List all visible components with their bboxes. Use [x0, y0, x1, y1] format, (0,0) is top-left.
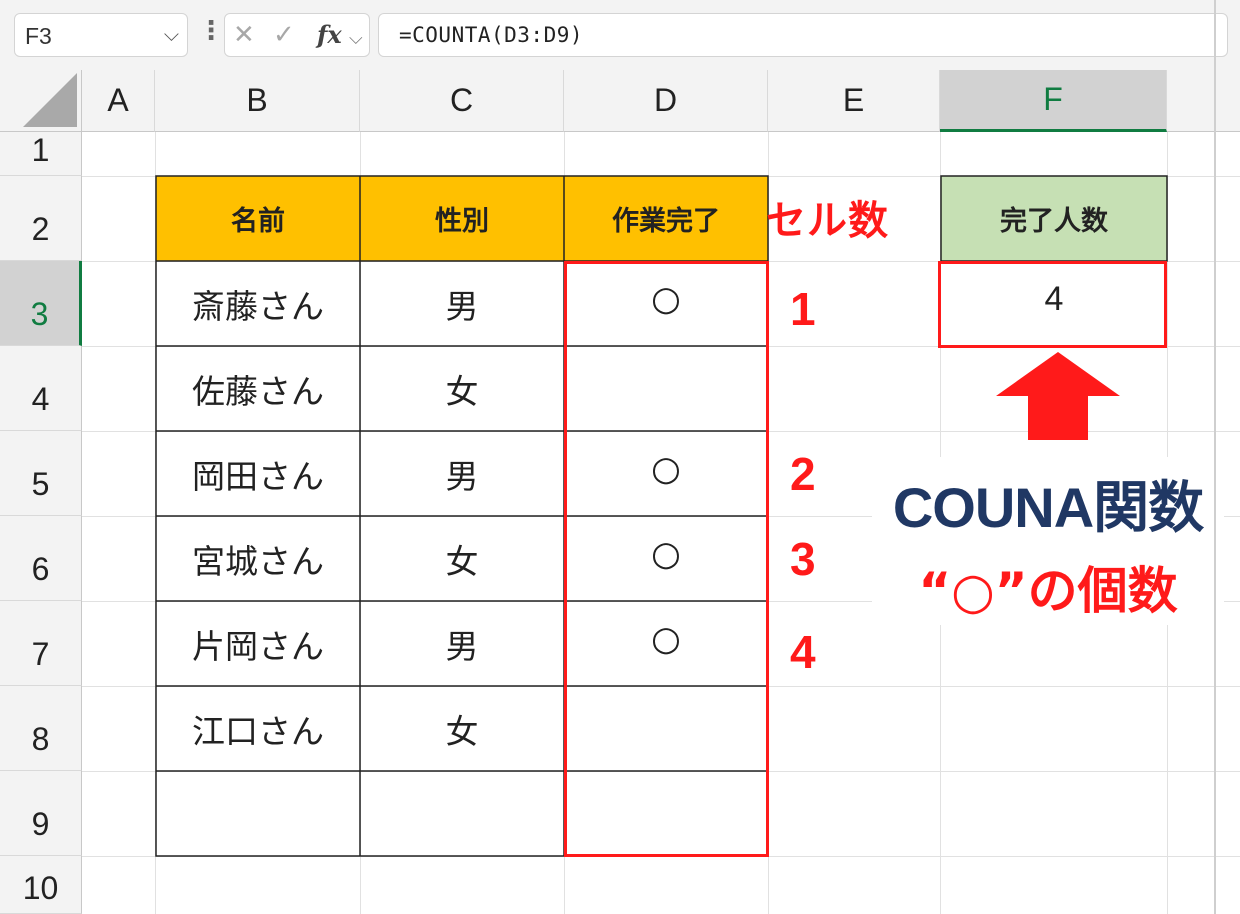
cell-count-label: セル数 — [766, 198, 889, 244]
result-header[interactable]: 完了人数 — [941, 176, 1167, 261]
callout-subtitle: “○”の個数 — [918, 562, 1178, 620]
table-cell-gender[interactable]: 男 — [360, 261, 564, 346]
count-number: 1 — [790, 283, 816, 335]
callout-title: COUNA関数 — [892, 476, 1204, 539]
count-number: 2 — [790, 448, 816, 500]
table-cell-name[interactable]: 斎藤さん — [156, 261, 360, 346]
arrow-up-icon — [996, 352, 1120, 440]
table-cell-gender[interactable]: 男 — [360, 431, 564, 516]
table-cell-gender[interactable]: 女 — [360, 346, 564, 431]
callout-box: COUNA関数 “○”の個数 — [872, 457, 1224, 625]
table-cell-name[interactable]: 佐藤さん — [156, 346, 360, 431]
table-cell-name[interactable]: 宮城さん — [156, 516, 360, 601]
window-edge — [1214, 0, 1216, 914]
table-cell-name[interactable]: 岡田さん — [156, 431, 360, 516]
table-cell-gender[interactable]: 女 — [360, 516, 564, 601]
count-number: 3 — [790, 533, 816, 585]
table-cell-name[interactable]: 片岡さん — [156, 601, 360, 686]
result-highlight-box — [938, 261, 1167, 348]
table-cell-gender[interactable] — [360, 771, 564, 856]
table-header-gender[interactable]: 性別 — [360, 176, 564, 261]
range-highlight-box — [564, 261, 769, 857]
table-cell-name[interactable] — [156, 771, 360, 856]
table-cell-gender[interactable]: 男 — [360, 601, 564, 686]
table-header-name[interactable]: 名前 — [156, 176, 360, 261]
table-cell-name[interactable]: 江口さん — [156, 686, 360, 771]
count-number: 4 — [790, 626, 816, 678]
table-header-done[interactable]: 作業完了 — [564, 176, 768, 261]
table-cell-gender[interactable]: 女 — [360, 686, 564, 771]
